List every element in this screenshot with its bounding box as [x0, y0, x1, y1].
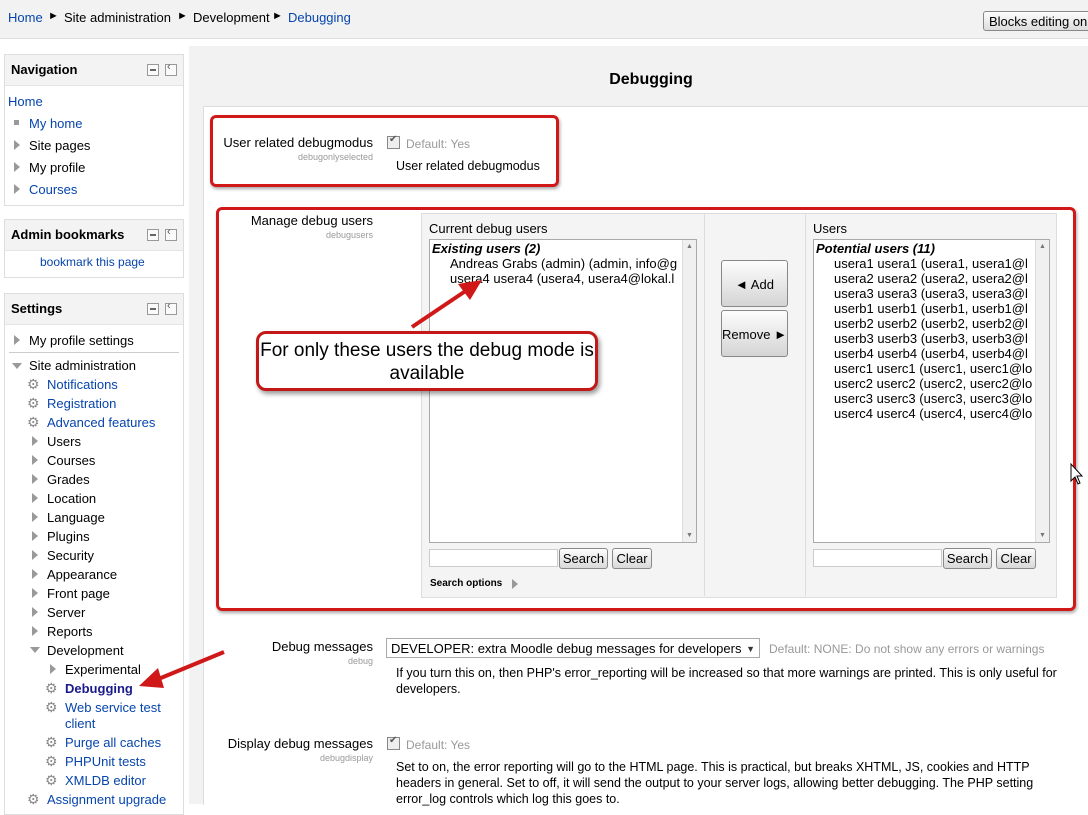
callout-arrow: [410, 280, 482, 329]
sidebar-arrow: [139, 650, 225, 688]
annotation-arrows: [139, 280, 1084, 688]
mouse-cursor-icon: [1070, 462, 1084, 485]
annotation-callout: For only these users the debug mode is a…: [256, 331, 598, 391]
